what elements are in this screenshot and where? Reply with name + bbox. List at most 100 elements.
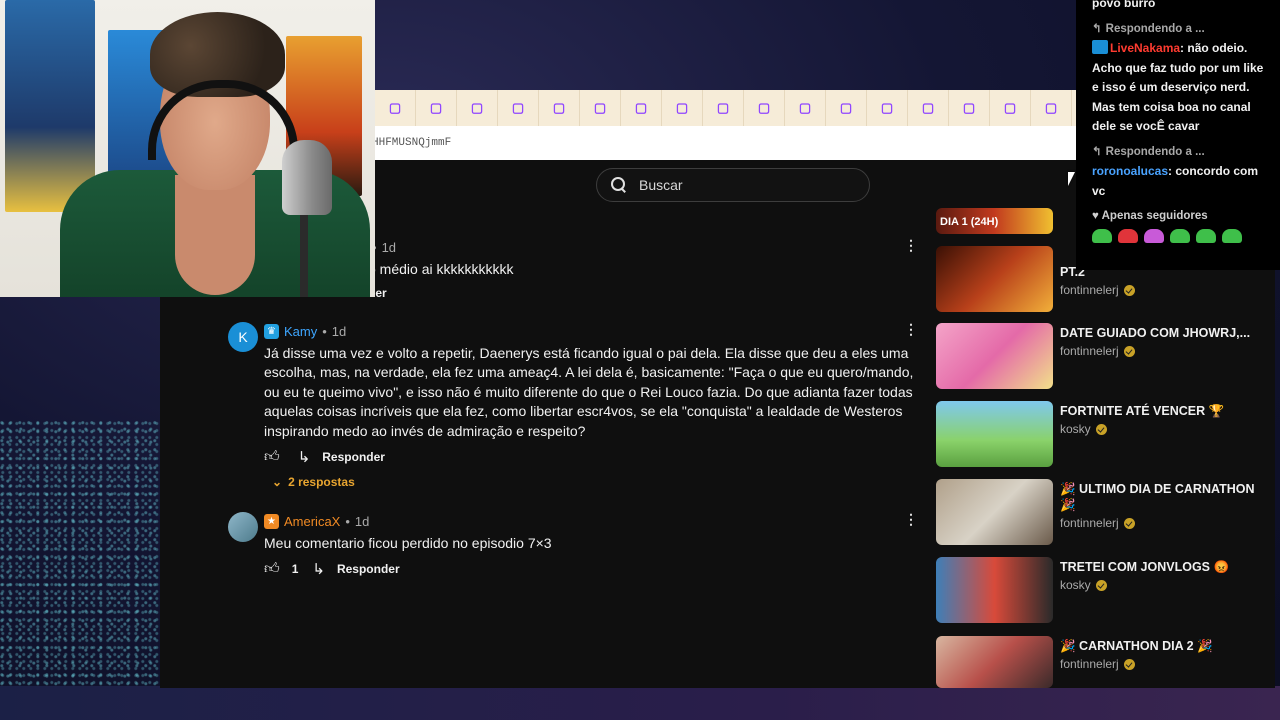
more-options-icon[interactable]: ⋮ bbox=[904, 322, 918, 336]
verified-icon bbox=[1095, 423, 1107, 435]
browser-tab[interactable]: ▢ bbox=[990, 90, 1031, 126]
video-thumbnail[interactable] bbox=[936, 401, 1053, 467]
chat-message: povo burro bbox=[1092, 0, 1156, 10]
microphone-icon bbox=[282, 140, 332, 215]
webcam-overlay bbox=[0, 0, 375, 297]
channel-name[interactable]: kosky bbox=[1060, 422, 1091, 436]
comment-separator: • bbox=[345, 513, 350, 529]
browser-tab[interactable]: ▢ bbox=[621, 90, 662, 126]
comment-text: o médio ai kkkkkkkkkkk bbox=[368, 261, 514, 277]
comment-time: 1d bbox=[381, 239, 397, 255]
browser-tab[interactable]: ▢ bbox=[949, 90, 990, 126]
video-card[interactable]: FORTNITE ATÉ VENCER 🏆 kosky bbox=[936, 401, 1266, 469]
reply-arrow-icon[interactable]: ↳ bbox=[312, 560, 325, 578]
browser-tab[interactable]: ▢ bbox=[416, 90, 457, 126]
more-options-icon[interactable]: ⋮ bbox=[904, 512, 918, 526]
like-count: 1 bbox=[291, 562, 299, 577]
chat-reply-tag: ↰ Respondendo a ... bbox=[1092, 143, 1270, 163]
comment-author[interactable]: Kamy bbox=[284, 324, 317, 339]
verified-icon bbox=[1095, 579, 1107, 591]
chat-message: roronoalucas: concordo com vc bbox=[1092, 162, 1270, 201]
person-neck bbox=[175, 175, 255, 295]
channel-name[interactable]: fontinnelerj bbox=[1060, 283, 1119, 297]
verified-icon bbox=[1123, 345, 1135, 357]
reply-arrow-icon[interactable]: ↳ bbox=[298, 448, 311, 466]
video-title[interactable]: 🎉 CARNATHON DIA 2 🎉 bbox=[1060, 638, 1260, 654]
chat-username[interactable]: roronoalucas bbox=[1092, 164, 1168, 178]
reply-button[interactable]: Responder bbox=[337, 562, 400, 576]
browser-tab[interactable]: ▢ bbox=[867, 90, 908, 126]
emote-icon bbox=[1222, 228, 1242, 243]
background-band bbox=[0, 686, 1280, 720]
like-icon[interactable]: 👍︎ bbox=[264, 560, 280, 578]
comment-item: ★ AmericaX • 1d Meu comentario ficou per… bbox=[228, 512, 918, 579]
verified-icon bbox=[1123, 658, 1135, 670]
chat-username[interactable]: LiveNakama bbox=[1110, 41, 1180, 55]
video-thumbnail[interactable] bbox=[936, 557, 1053, 623]
video-title[interactable]: FORTNITE ATÉ VENCER 🏆 bbox=[1060, 403, 1260, 419]
browser-tab[interactable]: ▢ bbox=[662, 90, 703, 126]
browser-tab[interactable]: ▢ bbox=[1031, 90, 1072, 126]
emote-row bbox=[1092, 228, 1270, 243]
channel-name[interactable]: fontinnelerj bbox=[1060, 344, 1119, 358]
browser-tab[interactable]: ▢ bbox=[826, 90, 867, 126]
reply-tag-text: Respondendo a ... bbox=[1105, 145, 1205, 158]
comment-author[interactable]: AmericaX bbox=[284, 514, 340, 529]
video-card[interactable]: 🎉 ULTIMO DIA DE CARNATHON 🎉 fontinnelerj bbox=[936, 479, 1266, 547]
emote-icon bbox=[1170, 228, 1190, 243]
search-icon[interactable] bbox=[611, 177, 627, 193]
video-thumbnail[interactable]: DIA 1 (24H) bbox=[936, 208, 1053, 234]
like-icon[interactable]: 👍︎ bbox=[264, 448, 280, 466]
browser-tab[interactable]: ▢ bbox=[580, 90, 621, 126]
comment-text: Meu comentario ficou perdido no episodio… bbox=[264, 535, 552, 551]
emote-icon bbox=[1118, 228, 1138, 243]
channel-name[interactable]: fontinnelerj bbox=[1060, 516, 1119, 530]
video-card[interactable]: DATE GUIADO COM JHOWRJ,... fontinnelerj bbox=[936, 323, 1266, 391]
more-options-icon[interactable]: ⋮ bbox=[904, 238, 918, 252]
reply-button[interactable]: Responder bbox=[322, 450, 385, 464]
video-thumbnail[interactable] bbox=[936, 636, 1053, 688]
video-title[interactable]: DATE GUIADO COM JHOWRJ,... bbox=[1060, 325, 1260, 341]
emote-icon bbox=[1196, 228, 1216, 243]
video-card[interactable]: 🎉 CARNATHON DIA 2 🎉 fontinnelerj bbox=[936, 636, 1266, 688]
mouse-cursor-icon bbox=[1068, 172, 1075, 186]
reply-arrow-icon: ↰ bbox=[1092, 145, 1102, 158]
avatar[interactable] bbox=[228, 512, 258, 542]
browser-tab[interactable]: ▢ bbox=[498, 90, 539, 126]
chevron-down-icon: ⌄ bbox=[272, 475, 283, 490]
browser-tab[interactable]: ▢ bbox=[375, 90, 416, 126]
platform-icon bbox=[1092, 40, 1108, 54]
channel-name[interactable]: kosky bbox=[1060, 578, 1091, 592]
browser-tab[interactable]: ▢ bbox=[457, 90, 498, 126]
comment-text: Já disse uma vez e volto a repetir, Daen… bbox=[264, 345, 914, 439]
emote-icon bbox=[1092, 228, 1112, 243]
browser-tab[interactable]: ▢ bbox=[785, 90, 826, 126]
search-input[interactable]: Buscar bbox=[639, 177, 683, 193]
video-thumbnail[interactable] bbox=[936, 479, 1053, 545]
replies-toggle[interactable]: ⌄ 2 respostas bbox=[272, 475, 918, 489]
video-title[interactable]: TRETEI COM JONVLOGS 😡 bbox=[1060, 559, 1260, 575]
comment-time: 1d bbox=[331, 323, 347, 339]
video-card[interactable]: TRETEI COM JONVLOGS 😡 kosky bbox=[936, 557, 1266, 625]
browser-tab[interactable]: ▢ bbox=[539, 90, 580, 126]
video-thumbnail[interactable] bbox=[936, 323, 1053, 389]
video-thumbnail[interactable] bbox=[936, 246, 1053, 312]
video-title[interactable]: 🎉 ULTIMO DIA DE CARNATHON 🎉 bbox=[1060, 481, 1260, 513]
browser-tab[interactable]: ▢ bbox=[703, 90, 744, 126]
stream-chat: povo burro ↰ Respondendo a ... LiveNakam… bbox=[1076, 0, 1280, 270]
thumbnail-label: DIA 1 (24H) bbox=[940, 216, 999, 228]
comment-item: K ♛ Kamy • 1d Já disse uma vez e volto a… bbox=[228, 322, 918, 489]
url-text: HHFMUSNQjmmF bbox=[372, 137, 452, 149]
comment-time: 1d bbox=[354, 513, 370, 529]
member-badge-icon: ★ bbox=[264, 513, 279, 529]
heart-icon: ♥ bbox=[1092, 210, 1099, 222]
browser-tab[interactable]: ▢ bbox=[744, 90, 785, 126]
verified-icon bbox=[1123, 284, 1135, 296]
wall-poster bbox=[5, 0, 95, 212]
followers-only-text: Apenas seguidores bbox=[1101, 210, 1208, 222]
channel-name[interactable]: fontinnelerj bbox=[1060, 657, 1119, 671]
member-badge-icon: ♛ bbox=[264, 323, 279, 339]
search-box[interactable]: Buscar bbox=[596, 168, 870, 202]
browser-tab[interactable]: ▢ bbox=[908, 90, 949, 126]
avatar[interactable]: K bbox=[228, 322, 258, 352]
